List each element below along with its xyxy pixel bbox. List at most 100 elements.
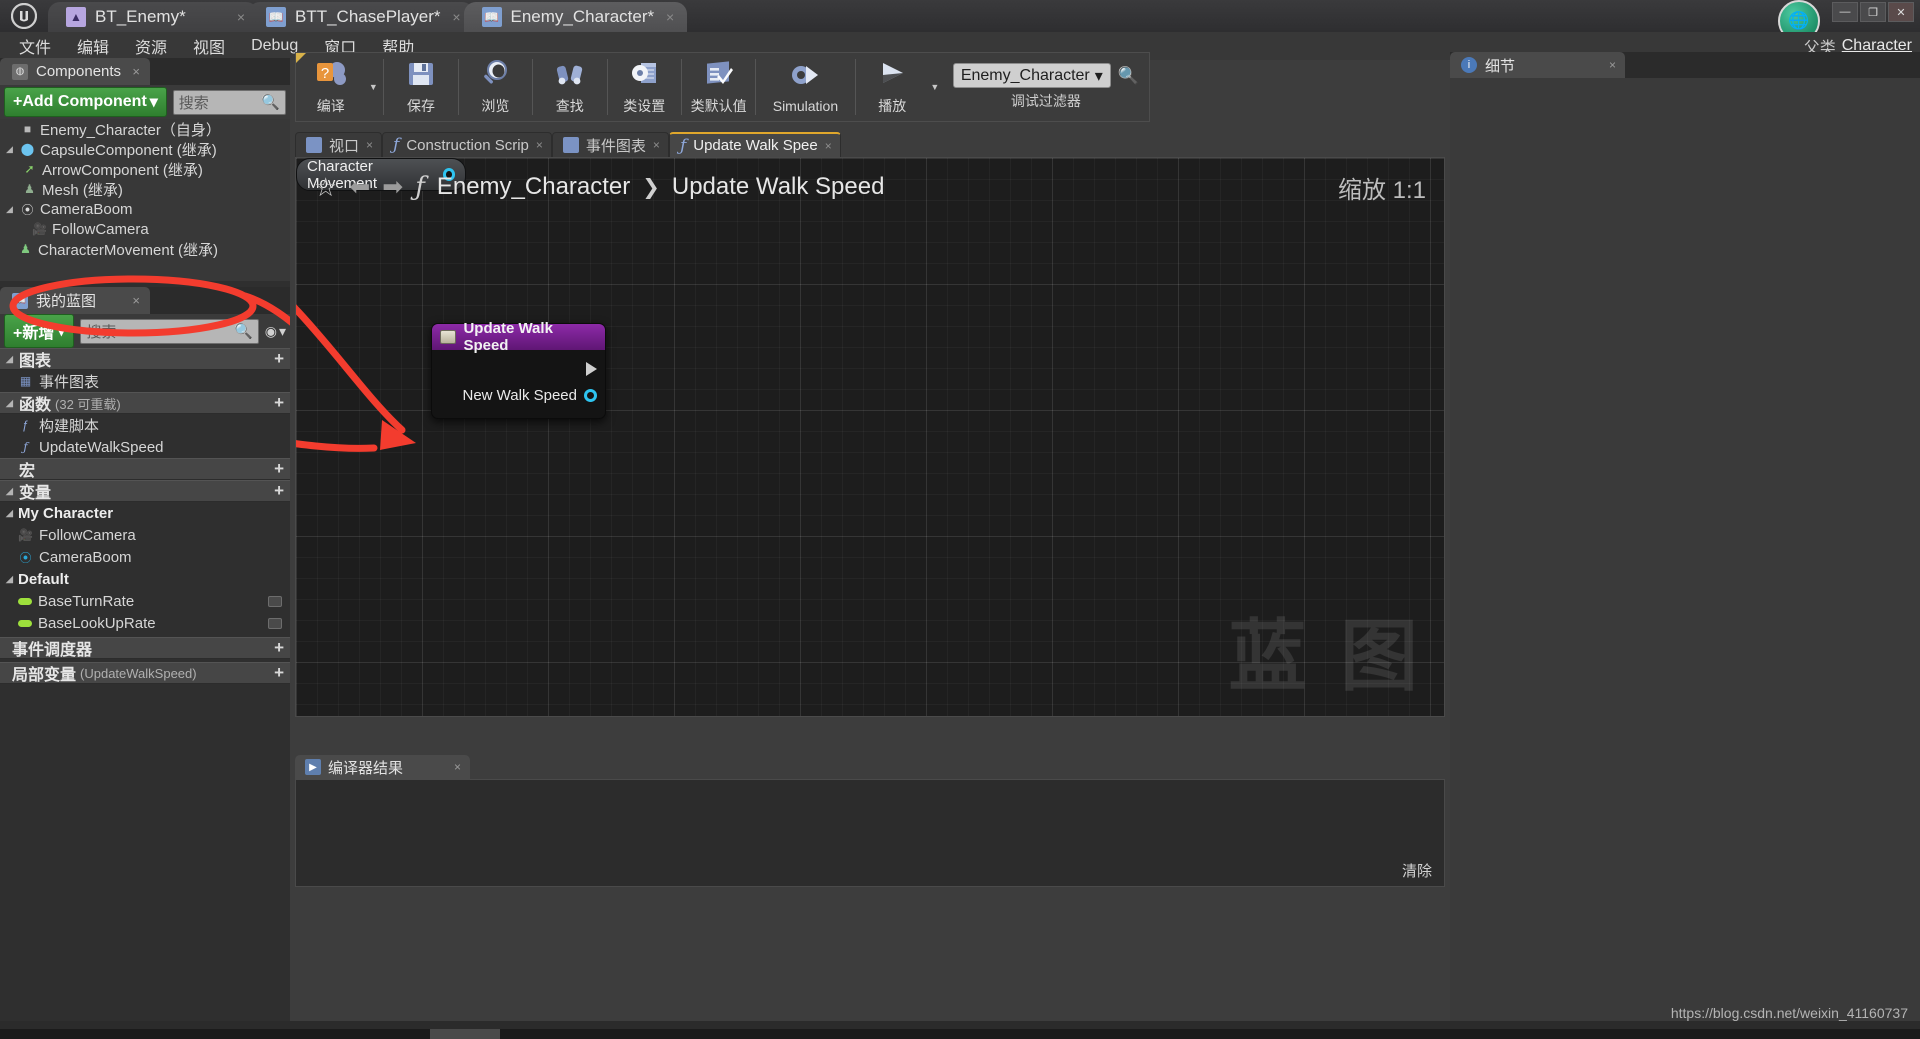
minimize-button[interactable]: — [1832, 2, 1858, 22]
add-component-button[interactable]: +Add Component ▾ [4, 87, 167, 117]
window-tab-btt-chaseplayer[interactable]: 📖 BTT_ChasePlayer* × [248, 2, 474, 32]
graph-tab-update-walk-speed[interactable]: ƒ Update Walk Spee × [668, 132, 841, 157]
variable-followcamera[interactable]: 🎥 FollowCamera [0, 524, 290, 546]
forward-arrow-icon[interactable]: ➡ [382, 172, 403, 202]
add-new-button[interactable]: +新增 ▾ [4, 314, 75, 348]
compile-options-caret-icon[interactable]: ▼ [365, 53, 381, 121]
add-graph-button[interactable]: + [274, 349, 284, 369]
close-icon[interactable]: × [450, 9, 464, 25]
section-header-event-dispatchers[interactable]: 事件调度器 + [0, 637, 290, 659]
section-header-macros[interactable]: 宏 + [0, 458, 290, 480]
close-icon[interactable]: × [536, 138, 543, 152]
tree-item-cameraboom[interactable]: ◢ ⦿ CameraBoom [0, 199, 290, 219]
tab-components[interactable]: ◍ Components × [0, 58, 150, 85]
function-icon: ƒ [23, 440, 28, 454]
close-button[interactable]: ✕ [1888, 2, 1914, 22]
tab-my-blueprint[interactable]: 📖 我的蓝图 × [0, 287, 150, 314]
back-arrow-icon[interactable]: ⬅ [349, 172, 370, 202]
components-search-input[interactable]: 搜索 🔍 [172, 89, 286, 115]
variable-baseturnrate[interactable]: BaseTurnRate [0, 590, 290, 612]
compiler-results-body[interactable]: 清除 [295, 779, 1445, 887]
tree-item-followcamera[interactable]: 🎥 FollowCamera [0, 219, 290, 239]
twisty-icon[interactable]: ◢ [4, 144, 15, 155]
close-icon[interactable]: × [132, 64, 140, 79]
twisty-icon[interactable]: ◢ [4, 398, 15, 409]
graph-tab-event-graph[interactable]: 事件图表 × [551, 132, 669, 157]
menu-item-assets[interactable]: 资源 [122, 31, 180, 61]
breadcrumb-root[interactable]: Enemy_Character [437, 173, 630, 201]
list-item-event-graph[interactable]: ▦ 事件图表 [0, 370, 290, 392]
tree-item-mesh[interactable]: ♟ Mesh (继承) [0, 179, 290, 199]
close-icon[interactable]: × [234, 9, 248, 25]
variable-baselookuprate[interactable]: BaseLookUpRate [0, 612, 290, 634]
twisty-icon[interactable]: ◢ [4, 204, 15, 215]
pin-exec-out[interactable] [440, 356, 597, 382]
variable-category-my-character[interactable]: ◢ My Character [0, 502, 290, 524]
tree-item-enemy-character-self[interactable]: ■ Enemy_Character（自身） [0, 119, 290, 139]
toolbar-play-button[interactable]: 播放 [858, 53, 927, 121]
section-header-graphs[interactable]: ◢ 图表 + [0, 348, 290, 370]
menu-item-edit[interactable]: 编辑 [64, 31, 122, 61]
twisty-icon[interactable]: ◢ [4, 574, 15, 585]
close-icon[interactable]: × [653, 138, 660, 152]
variable-category-default[interactable]: ◢ Default [0, 568, 290, 590]
tree-item-arrowcomponent[interactable]: ➚ ArrowComponent (继承) [0, 159, 290, 179]
maximize-button[interactable]: ❐ [1860, 2, 1886, 22]
menu-item-view[interactable]: 视图 [180, 31, 238, 61]
list-item-construction-script[interactable]: ƒ 构建脚本 [0, 414, 290, 436]
toolbar-find-button[interactable]: 查找 [535, 53, 604, 121]
toolbar-class-settings-button[interactable]: 类设置 [610, 53, 679, 121]
variable-visibility-toggle[interactable] [268, 595, 282, 607]
graph-tab-construction-script[interactable]: ƒ Construction Scrip × [382, 132, 552, 157]
section-header-functions[interactable]: ◢ 函数 (32 可重载) + [0, 392, 290, 414]
object-pin-icon[interactable] [584, 388, 597, 402]
close-icon[interactable]: × [132, 293, 140, 308]
pin-label: New Walk Speed [462, 386, 578, 404]
add-function-button[interactable]: + [274, 393, 284, 413]
toolbar-simulation-button[interactable]: Simulation [758, 53, 852, 121]
tab-compiler-results[interactable]: ▶ 编译器结果 × [295, 755, 470, 779]
node-update-walk-speed[interactable]: Update Walk Speed New Walk Speed [431, 320, 606, 419]
add-local-variable-button[interactable]: + [274, 663, 284, 683]
play-options-caret-icon[interactable]: ▼ [927, 53, 943, 121]
class-defaults-icon [704, 59, 734, 95]
add-macro-button[interactable]: + [274, 459, 284, 479]
exec-pin-icon[interactable] [586, 362, 597, 376]
components-icon: ◍ [12, 63, 28, 80]
myblueprint-search-input[interactable]: 搜索 🔍 [80, 318, 259, 344]
favorite-star-icon[interactable]: ☆ [314, 172, 337, 203]
pin-new-walk-speed[interactable]: New Walk Speed [440, 382, 597, 408]
taskbar-item[interactable] [430, 1029, 500, 1039]
toolbar-browse-button[interactable]: 浏览 [461, 53, 530, 121]
twisty-icon[interactable]: ◢ [4, 508, 15, 519]
clear-results-button[interactable]: 清除 [1402, 860, 1432, 881]
close-icon[interactable]: × [366, 138, 373, 152]
window-tab-bt-enemy[interactable]: ▲ BT_Enemy* × [48, 2, 258, 32]
blueprint-graph-canvas[interactable]: ☆ ⬅ ➡ ƒ Enemy_Character ❯ Update Walk Sp… [295, 157, 1445, 717]
add-event-dispatcher-button[interactable]: + [274, 638, 284, 658]
close-icon[interactable]: × [825, 139, 832, 153]
toolbar-class-defaults-button[interactable]: 类默认值 [684, 53, 753, 121]
window-tab-enemy-character[interactable]: 📖 Enemy_Character* × [463, 2, 688, 32]
graph-tab-viewport[interactable]: 视口 × [295, 132, 383, 157]
variable-cameraboom[interactable]: ⦿ CameraBoom [0, 546, 290, 568]
section-header-local-variables[interactable]: 局部变量 (UpdateWalkSpeed) + [0, 662, 290, 684]
tree-item-charactermovement[interactable]: ♟ CharacterMovement (继承) [0, 239, 290, 259]
debug-filter-combobox[interactable]: Enemy_Character ▾ [952, 63, 1111, 88]
list-item-updatewalkspeed[interactable]: ƒ UpdateWalkSpeed [0, 436, 290, 458]
add-variable-button[interactable]: + [274, 481, 284, 501]
tree-item-capsulecomponent[interactable]: ◢ ⬤ CapsuleComponent (继承) [0, 139, 290, 159]
search-icon[interactable]: 🔍 [1118, 66, 1139, 86]
menu-item-file[interactable]: 文件 [6, 31, 64, 61]
tab-details[interactable]: i 细节 × [1450, 52, 1625, 78]
variable-visibility-toggle[interactable] [268, 617, 282, 629]
twisty-icon[interactable]: ◢ [4, 486, 15, 497]
visibility-toggle[interactable]: ◉ ▾ [265, 323, 286, 340]
close-icon[interactable]: × [1609, 58, 1616, 72]
section-header-variables[interactable]: ◢ 变量 + [0, 480, 290, 502]
close-icon[interactable]: × [663, 9, 677, 25]
toolbar-save-button[interactable]: 保存 [386, 53, 455, 121]
twisty-icon[interactable]: ◢ [4, 354, 15, 365]
close-icon[interactable]: × [454, 760, 461, 774]
toolbar-compile-button[interactable]: ? 编译 [296, 53, 365, 121]
